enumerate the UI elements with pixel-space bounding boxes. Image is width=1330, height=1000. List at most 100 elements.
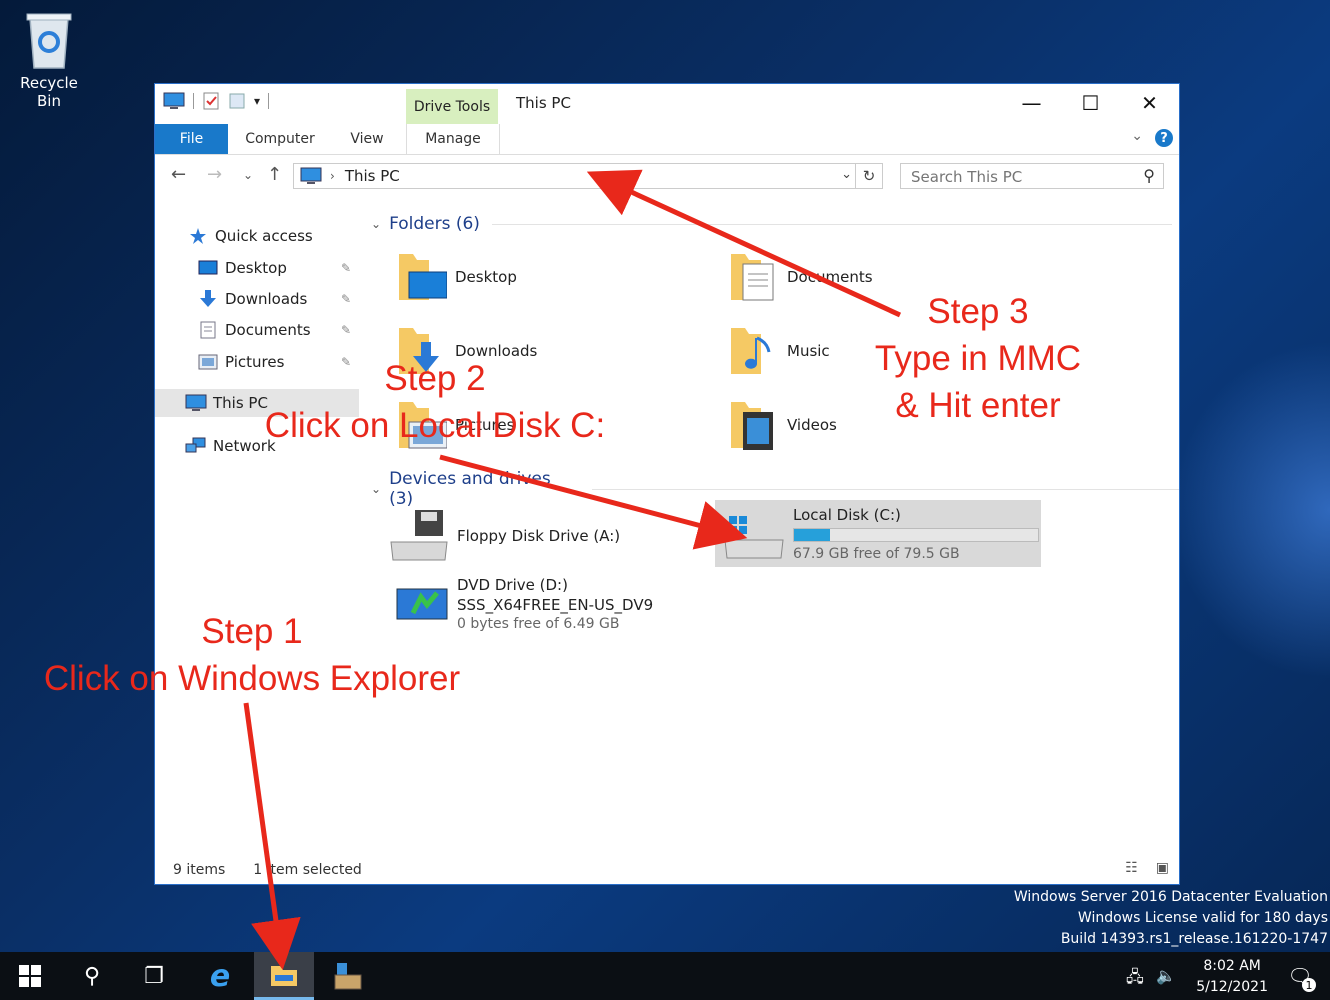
folders-group-header[interactable]: ⌄ Folders (6) bbox=[371, 214, 1172, 234]
close-button[interactable]: ✕ bbox=[1120, 84, 1179, 122]
pin-icon[interactable]: ✎ bbox=[341, 292, 351, 306]
breadcrumb-chevron-icon[interactable]: › bbox=[330, 169, 335, 183]
tab-file[interactable]: File bbox=[155, 124, 228, 154]
videos-folder-icon bbox=[727, 398, 779, 452]
help-icon[interactable]: ? bbox=[1155, 129, 1173, 147]
windows-watermark: Windows Server 2016 Datacenter Evaluatio… bbox=[1014, 887, 1328, 950]
file-explorer-window: ▾ Drive Tools This PC — ☐ ✕ File Compute… bbox=[154, 83, 1180, 885]
watermark-line: Windows License valid for 180 days bbox=[1077, 910, 1328, 926]
search-icon: ⚲ bbox=[1143, 166, 1155, 185]
large-icons-view-icon[interactable]: ▣ bbox=[1156, 860, 1169, 876]
music-folder-icon bbox=[727, 324, 779, 378]
taskbar: ⚲ ❐ e 🖧 🔈 8:02 AM 5/12/2021 🗨 1 bbox=[0, 952, 1330, 1000]
group-label: Folders (6) bbox=[389, 214, 480, 234]
annotation-title: Step 1 bbox=[201, 612, 303, 651]
minimize-button[interactable]: — bbox=[1002, 84, 1061, 122]
notification-count-badge: 1 bbox=[1302, 978, 1316, 992]
nav-label: Downloads bbox=[225, 290, 308, 308]
disk-usage-bar bbox=[793, 527, 1039, 542]
document-icon bbox=[197, 321, 219, 339]
task-view-button[interactable]: ❐ bbox=[124, 952, 184, 1000]
folder-documents[interactable]: Documents bbox=[727, 250, 873, 304]
forward-arrow-icon[interactable]: → bbox=[207, 164, 222, 185]
breadcrumb-this-pc[interactable]: This PC bbox=[345, 167, 400, 185]
windows-drive-icon bbox=[724, 515, 784, 558]
search-icon: ⚲ bbox=[83, 963, 101, 989]
recent-locations-chevron-icon[interactable]: ⌄ bbox=[243, 168, 253, 182]
group-label: Devices and drives (3) bbox=[389, 469, 551, 509]
customize-toolbar-dropdown-icon[interactable]: ▾ bbox=[254, 94, 260, 108]
action-center-button[interactable]: 🗨 1 bbox=[1270, 952, 1330, 1000]
volume-muted-icon[interactable]: 🔈 bbox=[1156, 966, 1176, 985]
item-count: 9 items bbox=[173, 862, 226, 878]
download-arrow-icon bbox=[197, 290, 219, 308]
drive-label: Local Disk (C:) bbox=[793, 505, 901, 524]
search-button[interactable]: ⚲ bbox=[62, 952, 122, 1000]
details-view-icon[interactable]: ☷ bbox=[1125, 860, 1138, 876]
collapse-chevron-icon[interactable]: ⌄ bbox=[371, 217, 381, 231]
recycle-bin-icon bbox=[26, 13, 72, 69]
recycle-bin-desktop-icon[interactable]: Recycle Bin bbox=[6, 10, 92, 110]
recycle-bin-label: Recycle Bin bbox=[20, 74, 78, 110]
up-arrow-icon[interactable]: ↑ bbox=[267, 164, 282, 185]
nav-item-downloads[interactable]: Downloads bbox=[197, 285, 357, 313]
internet-explorer-button[interactable]: e bbox=[190, 952, 250, 1000]
search-input[interactable] bbox=[901, 164, 1133, 190]
drive-label: Floppy Disk Drive (A:) bbox=[457, 527, 621, 545]
back-arrow-icon[interactable]: ← bbox=[171, 164, 186, 185]
folder-label: Documents bbox=[787, 268, 873, 286]
annotation-step-2: Step 2 Click on Local Disk C: bbox=[240, 355, 630, 449]
annotation-text: Type in MMC bbox=[874, 339, 1082, 378]
drive-floppy-a[interactable]: Floppy Disk Drive (A:) bbox=[389, 508, 620, 564]
group-divider bbox=[591, 488, 1179, 490]
address-bar[interactable]: › This PC ⌄ ↻ bbox=[293, 163, 883, 189]
drive-local-disk-c[interactable]: Local Disk (C:) 67.9 GB free of 79.5 GB bbox=[715, 500, 1041, 567]
folder-desktop[interactable]: Desktop bbox=[395, 250, 517, 304]
nav-label: Desktop bbox=[225, 259, 287, 277]
nav-item-documents[interactable]: Documents bbox=[197, 316, 357, 344]
documents-folder-icon bbox=[727, 250, 779, 304]
status-bar: 9 items 1 item selected bbox=[173, 862, 362, 878]
nav-item-quick-access[interactable]: Quick access bbox=[187, 222, 313, 250]
annotation-step-1: Step 1 Click on Windows Explorer bbox=[18, 608, 486, 702]
folder-music[interactable]: Music bbox=[727, 324, 830, 378]
desktop-folder-icon bbox=[395, 250, 448, 304]
tab-manage[interactable]: Manage bbox=[406, 124, 500, 154]
refresh-icon[interactable]: ↻ bbox=[855, 164, 882, 188]
maximize-button[interactable]: ☐ bbox=[1061, 84, 1120, 122]
title-bar: ▾ Drive Tools This PC — ☐ ✕ bbox=[155, 84, 1179, 125]
floppy-drive-icon bbox=[390, 510, 448, 561]
new-folder-icon[interactable] bbox=[228, 92, 246, 110]
window-title: This PC bbox=[516, 94, 571, 112]
file-explorer-button[interactable] bbox=[254, 952, 314, 1000]
tab-computer[interactable]: Computer bbox=[235, 124, 325, 154]
drive-tools-context-header: Drive Tools bbox=[406, 89, 498, 125]
desktop-light-glow bbox=[1170, 340, 1330, 680]
watermark-line: Windows Server 2016 Datacenter Evaluatio… bbox=[1013, 889, 1328, 905]
network-tray-icon[interactable]: 🖧 bbox=[1126, 966, 1144, 993]
this-pc-icon bbox=[185, 394, 207, 412]
drive-label: DVD Drive (D:) bbox=[457, 576, 568, 594]
annotation-title: Step 3 bbox=[927, 292, 1029, 331]
address-history-dropdown-icon[interactable]: ⌄ bbox=[841, 167, 852, 182]
collapse-chevron-icon[interactable]: ⌄ bbox=[371, 482, 381, 496]
tab-view[interactable]: View bbox=[335, 124, 399, 154]
pin-icon[interactable]: ✎ bbox=[341, 323, 351, 337]
folder-label: Music bbox=[787, 342, 830, 360]
internet-explorer-icon: e bbox=[209, 958, 231, 994]
search-box[interactable]: ⚲ bbox=[900, 163, 1164, 190]
nav-item-desktop[interactable]: Desktop bbox=[197, 254, 357, 282]
pin-icon[interactable]: ✎ bbox=[341, 261, 351, 275]
folder-videos[interactable]: Videos bbox=[727, 398, 837, 452]
window-controls: — ☐ ✕ bbox=[1002, 84, 1179, 122]
clock[interactable]: 8:02 AM 5/12/2021 bbox=[1196, 956, 1268, 998]
clock-time: 8:02 AM bbox=[1203, 958, 1261, 974]
server-manager-button[interactable] bbox=[318, 952, 378, 1000]
expand-ribbon-chevron-icon[interactable]: ⌄ bbox=[1131, 128, 1143, 144]
start-button[interactable] bbox=[0, 952, 60, 1000]
view-switcher: ☷ ▣ bbox=[1125, 860, 1169, 876]
disk-usage-fill bbox=[794, 528, 830, 541]
properties-icon[interactable] bbox=[202, 92, 220, 110]
star-icon bbox=[187, 227, 209, 245]
ribbon-tabs: File Computer View Manage ⌄ ? bbox=[155, 124, 1179, 155]
